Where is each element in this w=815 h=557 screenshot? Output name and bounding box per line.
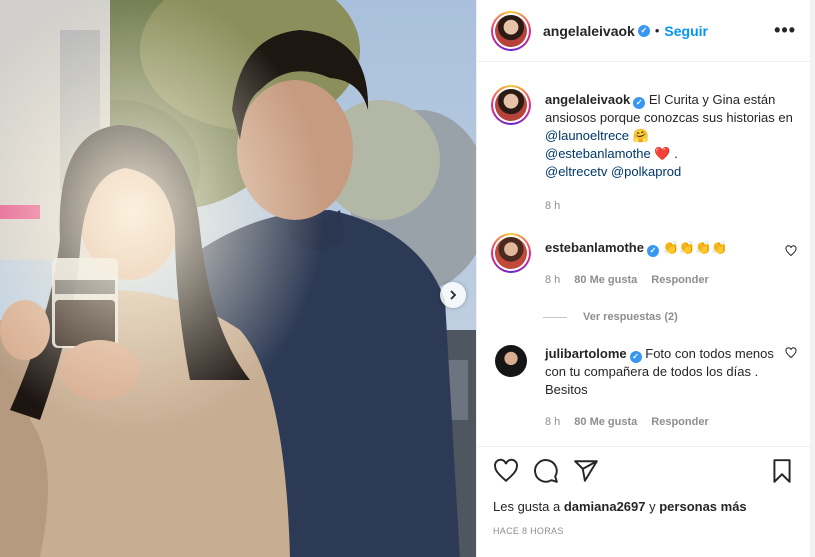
share-icon[interactable]	[573, 458, 599, 484]
heart-icon[interactable]	[785, 347, 797, 359]
caption-time[interactable]: 8 h	[545, 197, 560, 215]
follow-button[interactable]: Seguir	[664, 23, 708, 39]
comment-item: julibartolome ✓ Foto con todos menos con …	[477, 345, 811, 431]
reply-button[interactable]: Responder	[651, 271, 708, 289]
post-timestamp[interactable]: HACE 8 HORAS	[493, 526, 795, 536]
caption-username[interactable]: angelaleivaok	[545, 92, 630, 107]
caption-text-end: .	[674, 146, 678, 161]
verified-badge-icon: ✓	[629, 351, 642, 363]
page-scroll-edge	[810, 0, 815, 557]
author-avatar[interactable]	[491, 10, 531, 51]
comment-item: estebanlamothe ✓ 👏👏👏👏 8 h 80 Me gusta Res…	[477, 233, 811, 289]
more-options-icon[interactable]: •••	[774, 20, 796, 41]
liker-username[interactable]: damiana2697	[564, 499, 646, 514]
comment-username[interactable]: estebanlamothe	[545, 240, 644, 255]
comment-likes[interactable]: 80 Me gusta	[574, 271, 637, 289]
likes-others-link[interactable]: personas más	[659, 499, 746, 514]
comment-text: 👏👏👏👏	[662, 240, 728, 255]
post-side-panel: angelaleivaok ✓ • Seguir ••• angelaleiva…	[476, 0, 811, 557]
photo-illustration	[0, 0, 476, 557]
likes-prefix: Les gusta a	[493, 499, 564, 514]
likes-summary: Les gusta a damiana2697 y personas más	[493, 499, 795, 514]
emoji: ❤️	[654, 146, 671, 161]
comment-avatar[interactable]	[491, 233, 531, 273]
emoji: 🤗	[632, 128, 649, 143]
replies-line	[543, 316, 567, 318]
caption-avatar[interactable]	[491, 85, 531, 125]
mention-link[interactable]: @launoeltrece	[545, 128, 629, 143]
view-replies-label: Ver respuestas (2)	[583, 311, 678, 323]
separator-dot: •	[654, 23, 660, 38]
heart-icon[interactable]	[785, 245, 797, 257]
verified-badge-icon: ✓	[633, 97, 646, 109]
post-header: angelaleivaok ✓ • Seguir •••	[477, 0, 810, 62]
comment-icon[interactable]	[533, 458, 559, 484]
comment-likes[interactable]: 80 Me gusta	[574, 413, 637, 431]
bookmark-icon[interactable]	[769, 458, 795, 484]
post-actions: Les gusta a damiana2697 y personas más H…	[477, 446, 811, 557]
post-photo[interactable]	[0, 0, 476, 557]
verified-badge-icon: ✓	[646, 245, 659, 257]
comment-time[interactable]: 8 h	[545, 271, 560, 289]
comment-username[interactable]: julibartolome	[545, 346, 627, 361]
mention-link[interactable]: @estebanlamothe	[545, 146, 651, 161]
verified-badge-icon: ✓	[637, 24, 650, 37]
caption: angelaleivaok ✓ El Curita y Gina están an…	[477, 85, 811, 215]
comment-time[interactable]: 8 h	[545, 413, 560, 431]
mention-link[interactable]: @eltrecetv	[545, 164, 607, 179]
comment-avatar[interactable]	[491, 345, 531, 385]
likes-middle: y	[645, 499, 660, 514]
view-replies-button[interactable]: Ver respuestas (2)	[543, 311, 811, 323]
heart-icon[interactable]	[493, 458, 519, 484]
comments-list[interactable]: angelaleivaok ✓ El Curita y Gina están an…	[477, 63, 811, 445]
next-photo-button[interactable]	[440, 282, 466, 308]
author-username[interactable]: angelaleivaok	[543, 23, 635, 39]
reply-button[interactable]: Responder	[651, 413, 708, 431]
mention-link[interactable]: @polkaprod	[611, 164, 681, 179]
chevron-right-icon	[447, 289, 459, 301]
